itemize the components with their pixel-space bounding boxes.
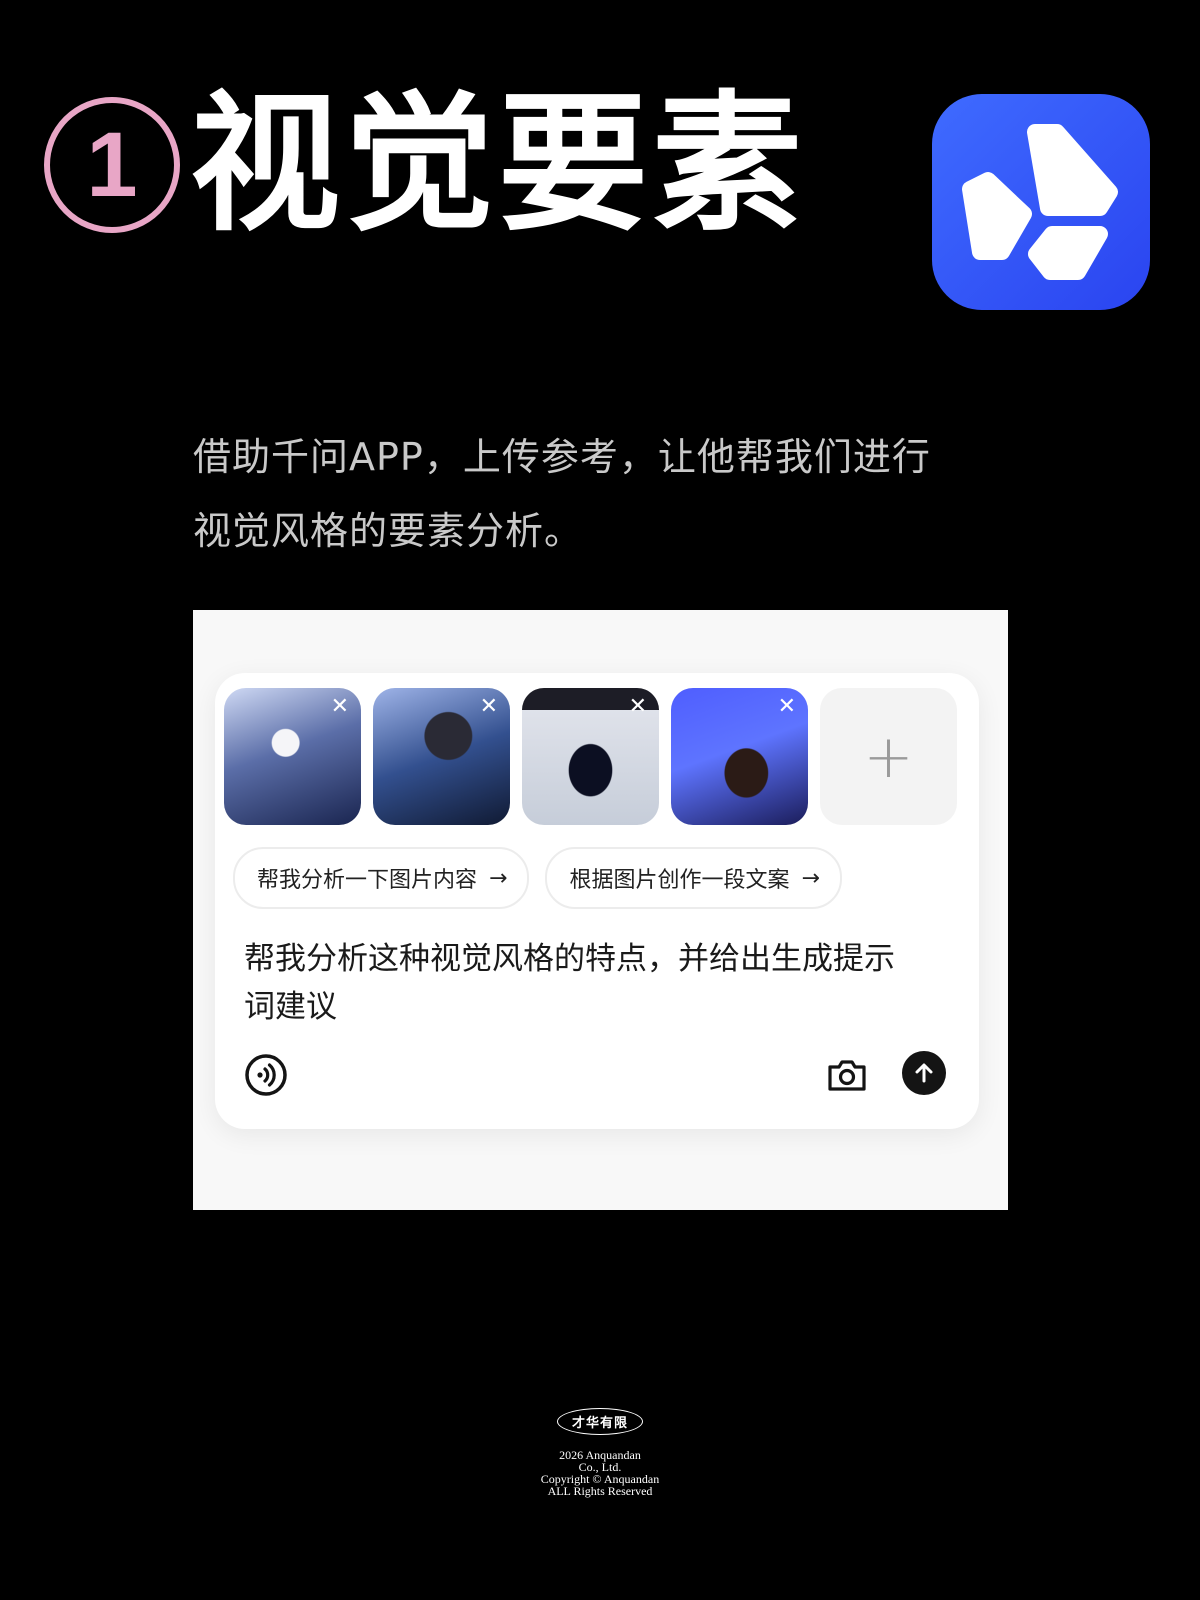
chat-composer: ✕ ✕ ✕ ✕ + 帮我分析一下图片内容 → 根据图片创作一段文案 → 帮我分析… [215,673,979,1129]
message-input-line-1: 帮我分析这种视觉风格的特点，并给出生成提示 [244,941,895,977]
intro-line-1: 借助千问APP，上传参考，让他帮我们进行 [193,435,931,479]
qwen-logo-glyph [962,124,1118,280]
voice-input-button[interactable] [244,1053,288,1097]
suggestion-chips: 帮我分析一下图片内容 → 根据图片创作一段文案 → [233,847,858,909]
close-icon[interactable]: ✕ [480,696,498,718]
qwen-app-logo-icon [932,94,1150,310]
camera-icon [828,1060,866,1091]
step-number-badge: 1 [44,97,180,233]
chip-label: 根据图片创作一段文案 [569,868,790,893]
footer-brand-badge: 才华有限 [556,1408,643,1435]
intro-text: 借助千问APP，上传参考，让他帮我们进行 视觉风格的要素分析。 [193,420,993,568]
section-header: 1 视觉要素 [44,80,806,250]
suggestion-chip-analyze[interactable]: 帮我分析一下图片内容 → [233,847,530,909]
intro-line-2: 视觉风格的要素分析。 [193,509,584,553]
section-title: 视觉要素 [190,78,807,252]
reference-image-1[interactable]: ✕ [224,688,361,825]
add-image-button[interactable]: + [820,688,957,825]
reference-image-2[interactable]: ✕ [373,688,510,825]
close-icon[interactable]: ✕ [331,696,349,718]
reference-image-4[interactable]: ✕ [671,688,808,825]
voice-icon [245,1054,287,1096]
arrow-right-icon: → [801,865,820,891]
send-arrow-icon [915,1063,933,1083]
app-screenshot: ✕ ✕ ✕ ✕ + 帮我分析一下图片内容 → 根据图片创作一段文案 → 帮我分析… [193,610,1008,1210]
footer: 才华有限 2026 Anquandan Co., Ltd. Copyright … [450,1408,750,1497]
suggestion-chip-copywriting[interactable]: 根据图片创作一段文案 → [545,847,842,909]
chip-label: 帮我分析一下图片内容 [257,868,478,893]
attached-images: ✕ ✕ ✕ ✕ + [224,688,957,825]
close-icon[interactable]: ✕ [629,696,647,718]
close-icon[interactable]: ✕ [778,696,796,718]
message-input-line-2: 词建议 [244,989,337,1025]
camera-button[interactable] [825,1053,869,1097]
footer-copyright: 2026 Anquandan Co., Ltd. Copyright © Anq… [450,1449,750,1497]
arrow-right-icon: → [489,865,508,891]
plus-icon: + [863,721,914,792]
message-input[interactable]: 帮我分析这种视觉风格的特点，并给出生成提示 词建议 [244,935,944,1031]
send-button[interactable] [902,1051,946,1095]
reference-image-3[interactable]: ✕ [522,688,659,825]
footer-line: ALL Rights Reserved [547,1484,653,1498]
